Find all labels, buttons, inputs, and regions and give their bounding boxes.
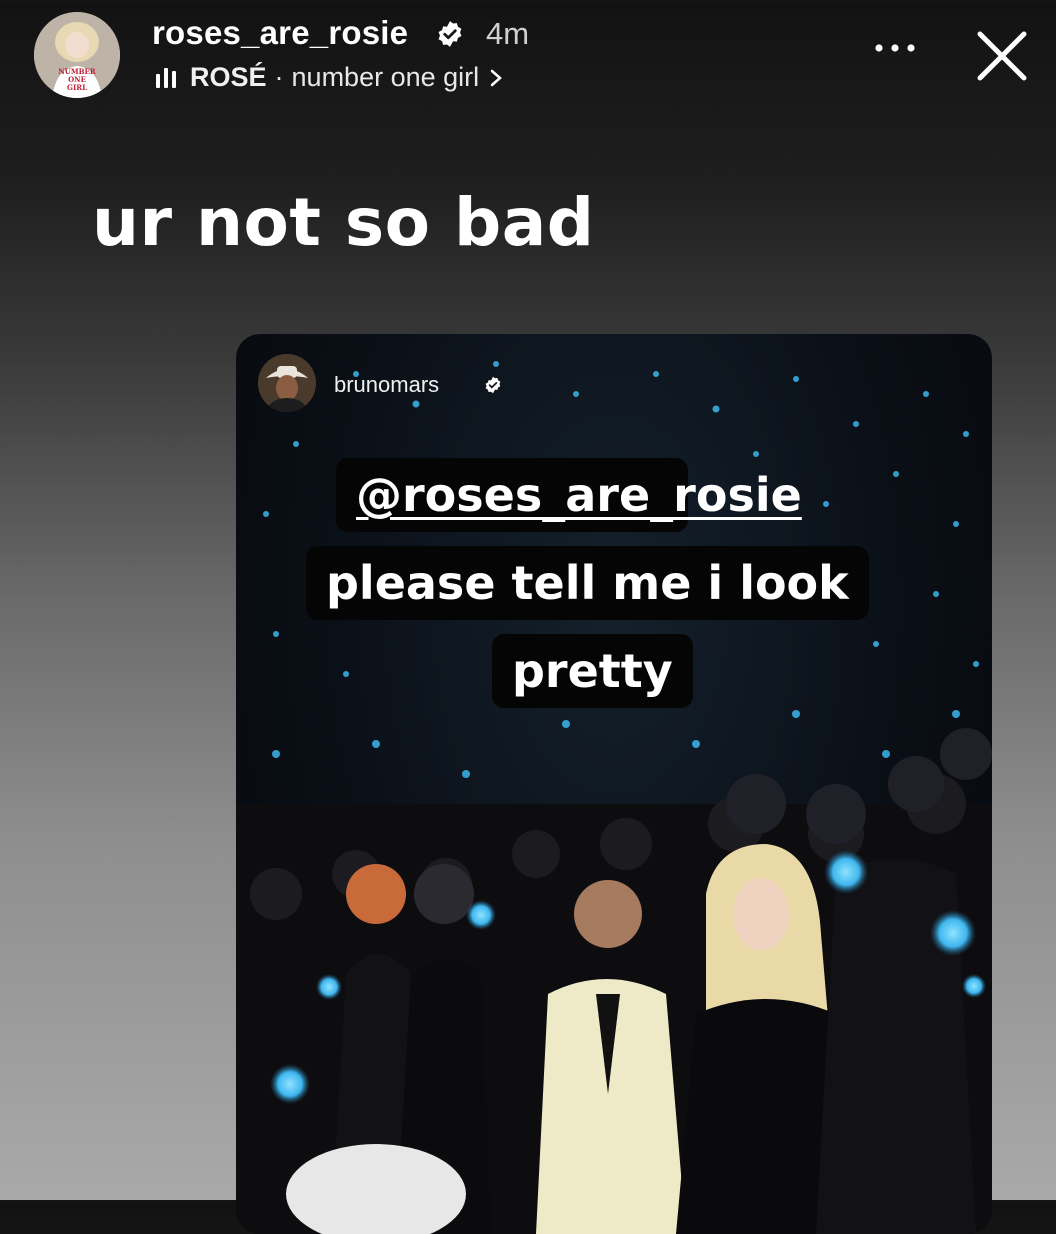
avatar[interactable]: NUMBER ONE GIRL bbox=[34, 12, 120, 98]
music-attribution[interactable]: ROSÉ · number one girl bbox=[156, 62, 503, 93]
chevron-right-icon bbox=[490, 69, 503, 86]
sticker-text-line-2: please tell me i look bbox=[306, 546, 869, 620]
sticker-mention[interactable]: @roses_are_rosie bbox=[336, 458, 802, 532]
music-separator: · bbox=[274, 62, 284, 92]
post-avatar[interactable] bbox=[258, 354, 316, 412]
more-icon[interactable] bbox=[870, 38, 920, 58]
avatar-shirt-text-3: GIRL bbox=[67, 83, 87, 92]
verified-badge-icon bbox=[438, 21, 462, 47]
close-icon[interactable] bbox=[972, 26, 1032, 86]
story-time: 4m bbox=[486, 16, 530, 51]
post-username[interactable]: brunomars bbox=[334, 372, 439, 398]
story-caption: ur not so bad bbox=[92, 184, 595, 261]
story-username[interactable]: roses_are_rosie bbox=[152, 14, 408, 52]
sticker-text-line-3: pretty bbox=[492, 634, 693, 708]
embedded-post[interactable]: brunomars @roses_are_rosie please tell m… bbox=[236, 334, 992, 1234]
music-artist: ROSÉ bbox=[190, 62, 267, 92]
music-bars-icon bbox=[156, 67, 176, 88]
verified-badge-icon bbox=[485, 376, 501, 394]
music-song: number one girl bbox=[291, 62, 480, 92]
